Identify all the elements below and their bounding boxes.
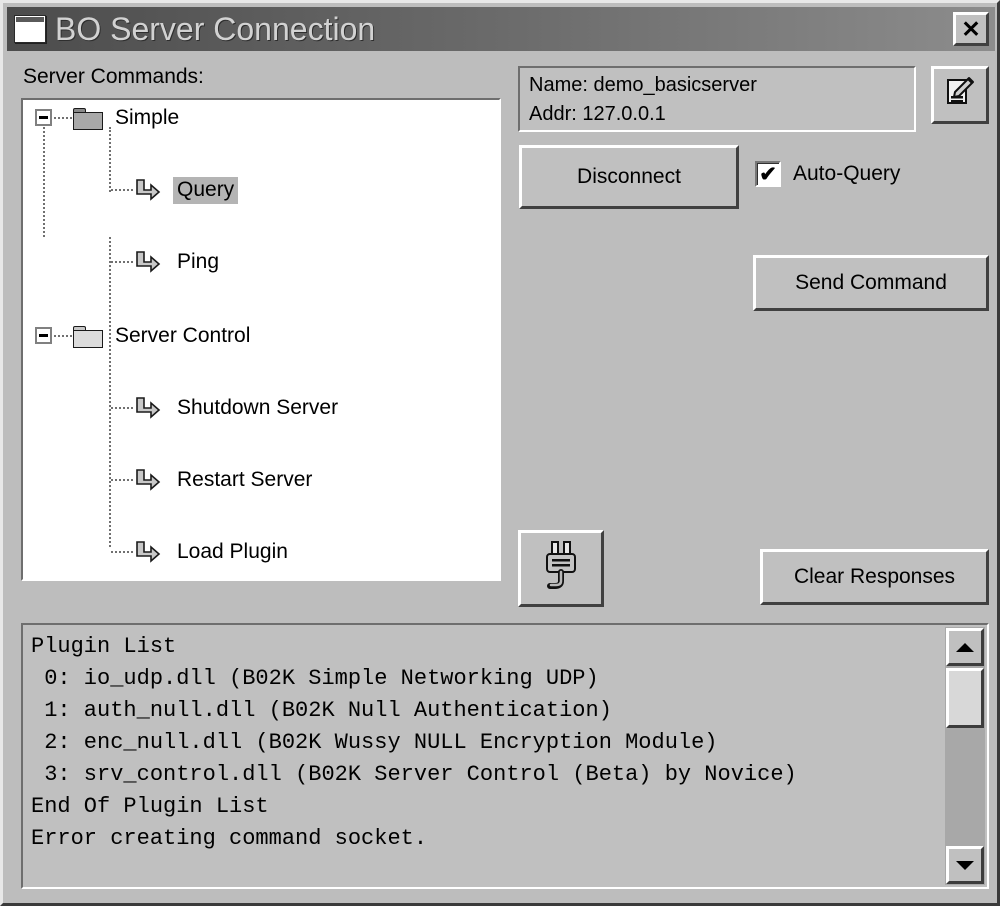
auto-query-label: Auto-Query: [793, 162, 901, 185]
server-commands-tree[interactable]: Simple Query Ping Server Control Shutdow…: [21, 98, 501, 581]
server-commands-label: Server Commands:: [23, 65, 204, 88]
tree-connector: [111, 261, 133, 263]
close-button[interactable]: ✕: [953, 12, 989, 46]
server-addr-line: Addr: 127.0.0.1: [529, 103, 666, 125]
expander-simple[interactable]: [35, 109, 52, 126]
command-arrow-icon: [135, 251, 161, 274]
tree-node-label: Server Control: [115, 323, 251, 347]
tree-connector: [54, 335, 72, 337]
tree-connector: [111, 479, 133, 481]
edit-server-button[interactable]: [931, 66, 989, 124]
titlebar: BO Server Connection ✕: [7, 7, 995, 51]
window-title: BO Server Connection: [55, 11, 376, 47]
disconnect-button[interactable]: Disconnect: [519, 145, 739, 209]
folder-icon-open: [73, 326, 103, 348]
server-info-box: Name: demo_basicserver Addr: 127.0.0.1: [518, 66, 916, 132]
tree-item-label: Ping: [177, 249, 220, 273]
tree-connector: [111, 189, 133, 191]
tree-node-simple[interactable]: Simple: [23, 100, 499, 136]
tree-item-label: Load Plugin: [177, 539, 288, 563]
tree-item-ping[interactable]: Ping: [23, 244, 499, 280]
bo-server-connection-window: BO Server Connection ✕ Server Commands: …: [0, 0, 1000, 906]
scrollbar-thumb[interactable]: [946, 668, 984, 728]
arrow-up-icon: [956, 642, 974, 652]
power-plug-icon: [539, 540, 583, 598]
tree-item-label: Shutdown Server: [177, 395, 339, 419]
command-arrow-icon: [135, 469, 161, 492]
tree-item-restart-server[interactable]: Restart Server: [23, 462, 499, 498]
expander-server-control[interactable]: [35, 327, 52, 344]
command-arrow-icon: [135, 179, 161, 202]
response-output-box[interactable]: Plugin List 0: io_udp.dll (B02K Simple N…: [21, 623, 989, 889]
tree-item-shutdown-server[interactable]: Shutdown Server: [23, 390, 499, 426]
folder-icon-open: [73, 108, 103, 130]
server-name-line: Name: demo_basicserver: [529, 74, 757, 96]
tree-connector: [54, 117, 72, 119]
command-arrow-icon: [135, 397, 161, 420]
command-arrow-icon: [135, 541, 161, 564]
connect-plug-button[interactable]: [518, 530, 604, 607]
arrow-down-icon: [956, 860, 974, 870]
tree-node-server-control[interactable]: Server Control: [23, 318, 499, 354]
tree-item-label: Query: [173, 176, 239, 204]
send-command-button[interactable]: Send Command: [753, 255, 989, 311]
scroll-up-button[interactable]: [946, 628, 984, 666]
tree-connector: [111, 551, 133, 553]
tree-item-label: Restart Server: [177, 467, 313, 491]
clear-responses-button[interactable]: Clear Responses: [760, 549, 989, 605]
response-scrollbar[interactable]: [945, 627, 985, 885]
window-icon: [14, 15, 46, 43]
auto-query-check-glyph[interactable]: ✔: [755, 161, 781, 187]
tree-node-label: Simple: [115, 105, 180, 129]
tree-item-query[interactable]: Query: [23, 172, 499, 208]
auto-query-checkbox[interactable]: ✔ Auto-Query: [755, 161, 900, 187]
scroll-down-button[interactable]: [946, 846, 984, 884]
response-output-text: Plugin List 0: io_udp.dll (B02K Simple N…: [31, 634, 797, 851]
tree-connector: [111, 407, 133, 409]
tree-item-load-plugin[interactable]: Load Plugin: [23, 534, 499, 570]
document-edit-icon: [945, 76, 975, 114]
